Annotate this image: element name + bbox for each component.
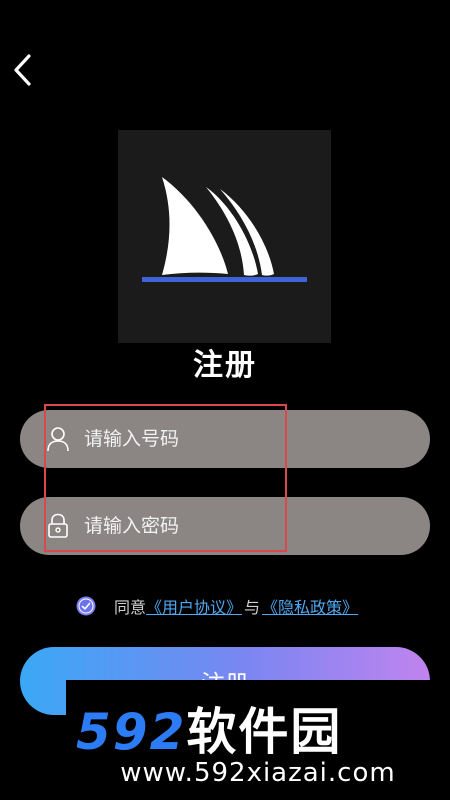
watermark-digits: 592: [76, 703, 187, 761]
phone-field[interactable]: [20, 410, 430, 468]
lock-icon: [46, 513, 70, 539]
watermark-overlay: 592软件园 www.592xiazai.com: [66, 680, 450, 800]
agreement-separator: 与: [244, 598, 261, 617]
page-title: 注册: [193, 348, 257, 383]
user-agreement-link[interactable]: 《用户协议》: [146, 594, 242, 618]
phone-input[interactable]: [82, 427, 386, 451]
watermark-title: 592软件园: [76, 692, 342, 764]
sail-logo-icon: [142, 177, 307, 282]
watermark-url: www.592xiazai.com: [120, 758, 396, 788]
user-icon: [46, 426, 70, 452]
password-input[interactable]: [82, 514, 386, 538]
back-button[interactable]: [8, 52, 38, 88]
app-logo: [118, 130, 331, 343]
agreement-prefix: 同意: [114, 598, 147, 617]
chevron-left-icon: [14, 54, 31, 86]
watermark-name: 软件园: [186, 703, 343, 761]
password-field[interactable]: [20, 497, 430, 555]
agreement-checkbox[interactable]: [76, 596, 96, 616]
agreement-row: 同意 《用户协议》 与 《隐私政策》: [76, 594, 358, 618]
privacy-policy-link[interactable]: 《隐私政策》: [262, 594, 358, 618]
